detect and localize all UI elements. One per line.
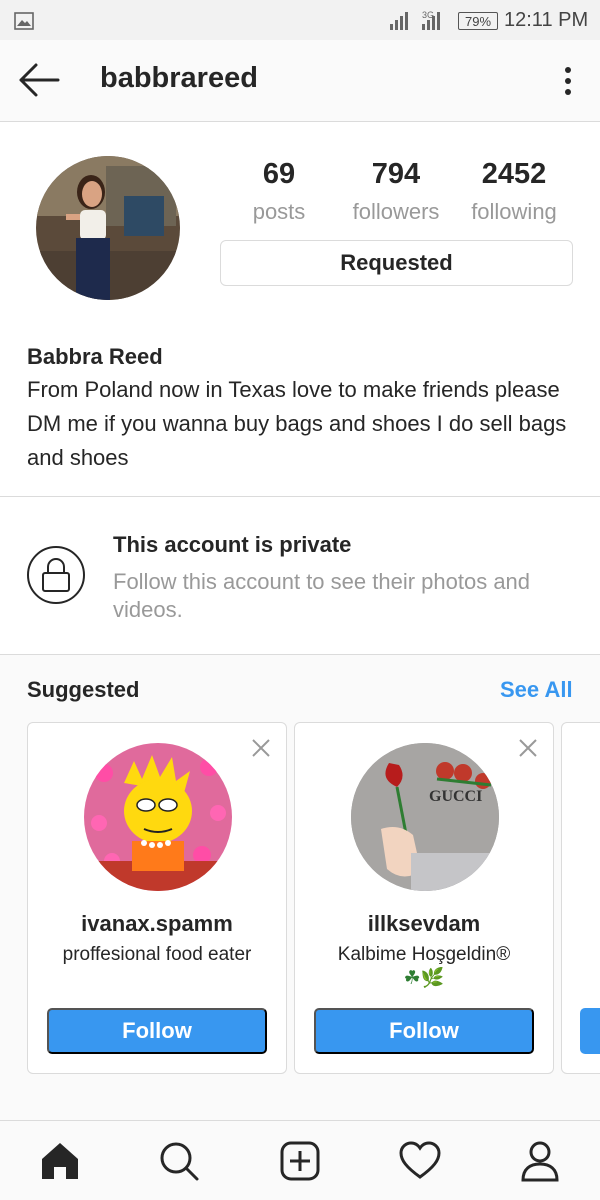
gallery-icon — [14, 12, 34, 30]
followers-count: 794 — [371, 158, 421, 190]
profile-header: babbrareed — [0, 40, 600, 122]
suggested-title: Suggested — [27, 677, 140, 702]
profile-bio: From Poland now in Texas love to make fr… — [27, 377, 567, 470]
suggested-username[interactable]: ivanax.spamm — [28, 911, 286, 937]
requested-button[interactable]: Requested — [220, 240, 573, 286]
signal-icon: 3G — [390, 10, 440, 30]
divider — [0, 496, 600, 497]
lock-icon — [27, 546, 85, 604]
suggested-avatar[interactable] — [84, 743, 232, 891]
posts-count: 69 — [262, 158, 296, 190]
avatar-logo-text: GUCCI — [429, 788, 482, 805]
battery-indicator: 79% — [458, 12, 498, 30]
header-username: babbrareed — [100, 62, 258, 94]
stat-posts[interactable]: 69 posts — [219, 158, 339, 225]
close-icon[interactable] — [517, 737, 539, 759]
private-title: This account is private — [113, 532, 352, 557]
follow-button[interactable]: Follow — [314, 1008, 534, 1054]
more-vertical-icon[interactable] — [556, 64, 580, 98]
see-all-link[interactable]: See All — [500, 677, 573, 703]
suggested-card[interactable] — [561, 722, 600, 1074]
home-icon[interactable] — [38, 1139, 82, 1183]
stat-followers[interactable]: 794 followers — [336, 158, 456, 225]
follow-button[interactable]: Follow — [47, 1008, 267, 1054]
clock: 12:11 PM — [504, 9, 589, 31]
close-icon[interactable] — [250, 737, 272, 759]
suggested-username[interactable]: illksevdam — [295, 911, 553, 937]
stat-following[interactable]: 2452 following — [454, 158, 574, 225]
search-icon[interactable] — [157, 1139, 201, 1183]
suggested-card[interactable]: GUCCI illksevdam Kalbime Hoşgeldin® ☘🌿 F… — [294, 722, 554, 1074]
bottom-navigation — [0, 1120, 600, 1200]
profile-icon[interactable] — [518, 1139, 562, 1183]
suggested-description: proffesional food eater — [62, 944, 252, 965]
following-count: 2452 — [481, 158, 547, 190]
posts-label: posts — [252, 199, 306, 224]
profile-name: Babbra Reed — [27, 344, 163, 369]
following-label: following — [471, 199, 557, 224]
add-post-icon[interactable] — [278, 1139, 322, 1183]
suggested-description-text: Kalbime Hoşgeldin® — [337, 944, 511, 965]
status-bar: 3G 79% 12:11 PM — [0, 0, 600, 40]
back-arrow-icon[interactable] — [16, 60, 62, 100]
suggested-description: Kalbime Hoşgeldin® ☘🌿 — [305, 943, 543, 991]
follow-button[interactable] — [580, 1008, 600, 1054]
suggested-emoji: ☘🌿 — [403, 968, 445, 989]
suggested-avatar[interactable]: GUCCI — [351, 743, 499, 891]
private-subtitle: Follow this account to see their photos … — [113, 569, 531, 622]
followers-label: followers — [352, 199, 440, 224]
profile-avatar[interactable] — [36, 156, 180, 300]
heart-icon[interactable] — [398, 1139, 442, 1183]
suggested-card[interactable]: ivanax.spamm proffesional food eater Fol… — [27, 722, 287, 1074]
